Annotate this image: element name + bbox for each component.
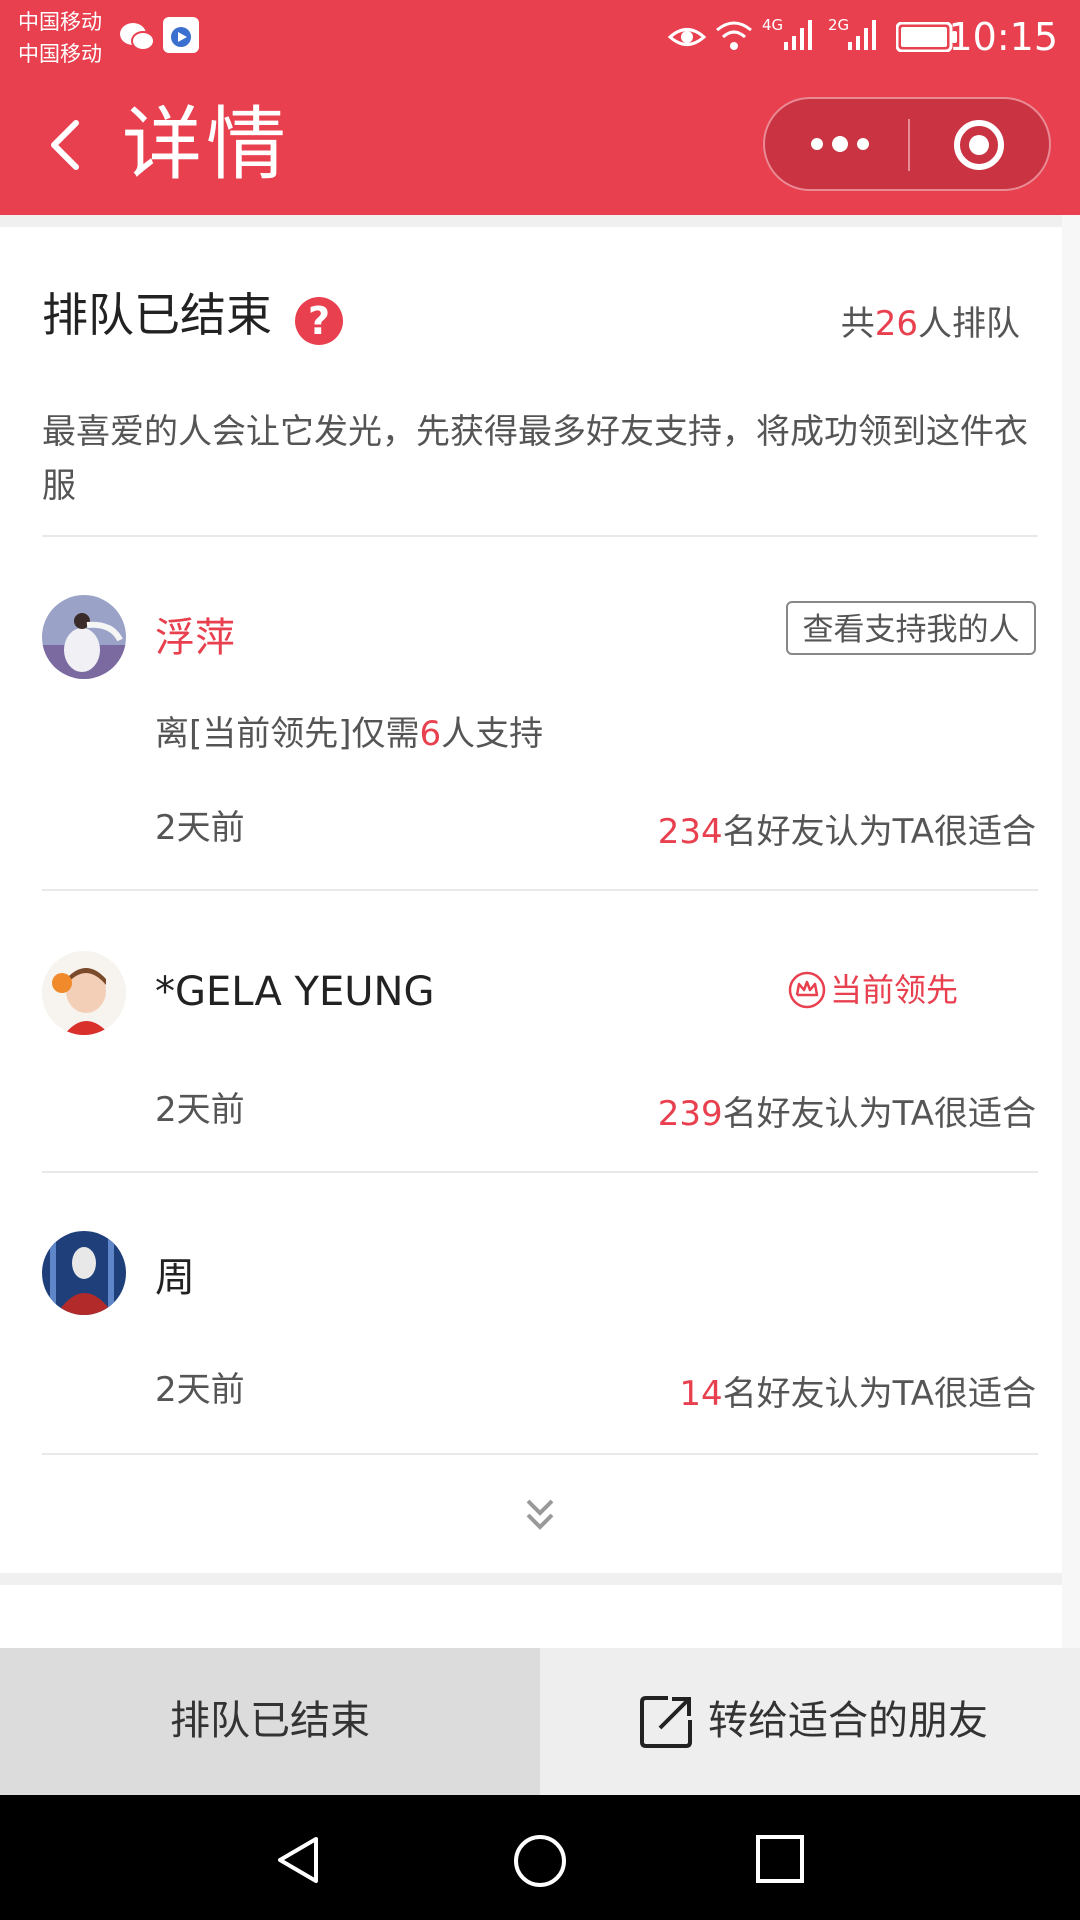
app-icon: [163, 17, 199, 53]
queue-status-title: 排队已结束: [42, 288, 272, 342]
nav-back-icon[interactable]: [272, 1833, 326, 1887]
user-name: 浮萍: [155, 615, 235, 661]
system-nav-bar: [0, 1795, 1080, 1920]
signal-icon: [848, 20, 876, 50]
friend-votes: 234名好友认为TA很适合: [658, 809, 1036, 855]
leader-label: 当前领先: [830, 971, 959, 1009]
vote-suffix: 名好友认为TA很适合: [722, 1094, 1036, 1134]
help-icon[interactable]: ?: [295, 297, 343, 345]
share-label: 转给适合的朋友: [708, 1698, 988, 1744]
eye-icon: [668, 28, 706, 46]
crown-icon: [788, 971, 826, 1009]
bottom-action-bar: 排队已结束 转给适合的朋友: [0, 1648, 1080, 1795]
entry-time: 2天前: [155, 808, 245, 848]
nav-home-icon[interactable]: [512, 1833, 568, 1889]
entry-time: 2天前: [155, 1370, 245, 1410]
share-to-friend-button[interactable]: 转给适合的朋友: [540, 1648, 1080, 1795]
carrier-info: 中国移动 中国移动: [18, 6, 102, 70]
vote-suffix: 名好友认为TA很适合: [722, 1374, 1036, 1414]
page-title: 详情: [122, 98, 290, 191]
vote-count: 234: [657, 812, 723, 852]
support-needed: 离[当前领先]仅需6人支持: [155, 711, 543, 757]
queue-total: 共26人排队: [841, 301, 1020, 347]
vote-count: 14: [679, 1374, 723, 1414]
share-icon: [640, 1696, 692, 1748]
avatar[interactable]: [42, 595, 126, 679]
need-prefix: 离[当前领先]仅需: [155, 714, 420, 754]
need-suffix: 人支持: [441, 714, 544, 754]
target-icon[interactable]: [953, 119, 1005, 171]
divider: [42, 1171, 1038, 1173]
content-card: 排队已结束 ? 共26人排队 最喜爱的人会让它发光，先获得最多好友支持，将成功领…: [0, 215, 1062, 1585]
queue-ended-button[interactable]: 排队已结束: [0, 1648, 540, 1795]
divider: [42, 1453, 1038, 1455]
carrier-label: 中国移动: [18, 42, 102, 66]
wifi-icon: [716, 21, 752, 50]
total-count: 26: [874, 304, 918, 344]
total-suffix: 人排队: [918, 304, 1020, 344]
signal-icon: [784, 20, 812, 50]
vote-count: 239: [657, 1094, 723, 1134]
expand-more-icon[interactable]: [520, 1495, 560, 1535]
queue-description: 最喜爱的人会让它发光，先获得最多好友支持，将成功领到这件衣服: [42, 412, 1028, 506]
back-icon[interactable]: [38, 115, 98, 175]
user-name: 周: [155, 1255, 195, 1301]
nav-bar: 详情: [0, 75, 1080, 215]
view-supporters-button[interactable]: 查看支持我的人: [786, 601, 1036, 655]
status-bar: 中国移动 中国移动 4G 2G 10:15: [0, 0, 1080, 75]
clock: 10:15: [948, 15, 1058, 59]
need-count: 6: [419, 714, 442, 754]
carrier-label: 中国移动: [18, 10, 102, 34]
friend-votes: 14名好友认为TA很适合: [679, 1371, 1036, 1417]
divider: [42, 535, 1038, 537]
bottom-strip: [0, 1573, 1062, 1585]
entry-time: 2天前: [155, 1090, 245, 1130]
top-strip: [0, 215, 1062, 227]
capsule-menu: [763, 97, 1051, 191]
network-type-label: 4G: [762, 16, 784, 34]
vote-suffix: 名好友认为TA很适合: [722, 812, 1036, 852]
leader-badge: 当前领先: [788, 967, 959, 1013]
user-name: *GELA YEUNG: [155, 969, 435, 1015]
total-prefix: 共: [840, 304, 875, 344]
avatar[interactable]: [42, 951, 126, 1035]
divider: [42, 889, 1038, 891]
friend-votes: 239名好友认为TA很适合: [658, 1091, 1036, 1137]
more-icon[interactable]: [805, 124, 875, 164]
avatar[interactable]: [42, 1231, 126, 1315]
wechat-icon: [120, 23, 155, 51]
nav-recent-icon[interactable]: [754, 1833, 806, 1885]
capsule-divider: [908, 119, 910, 171]
scroll-gutter: [1062, 215, 1080, 1650]
